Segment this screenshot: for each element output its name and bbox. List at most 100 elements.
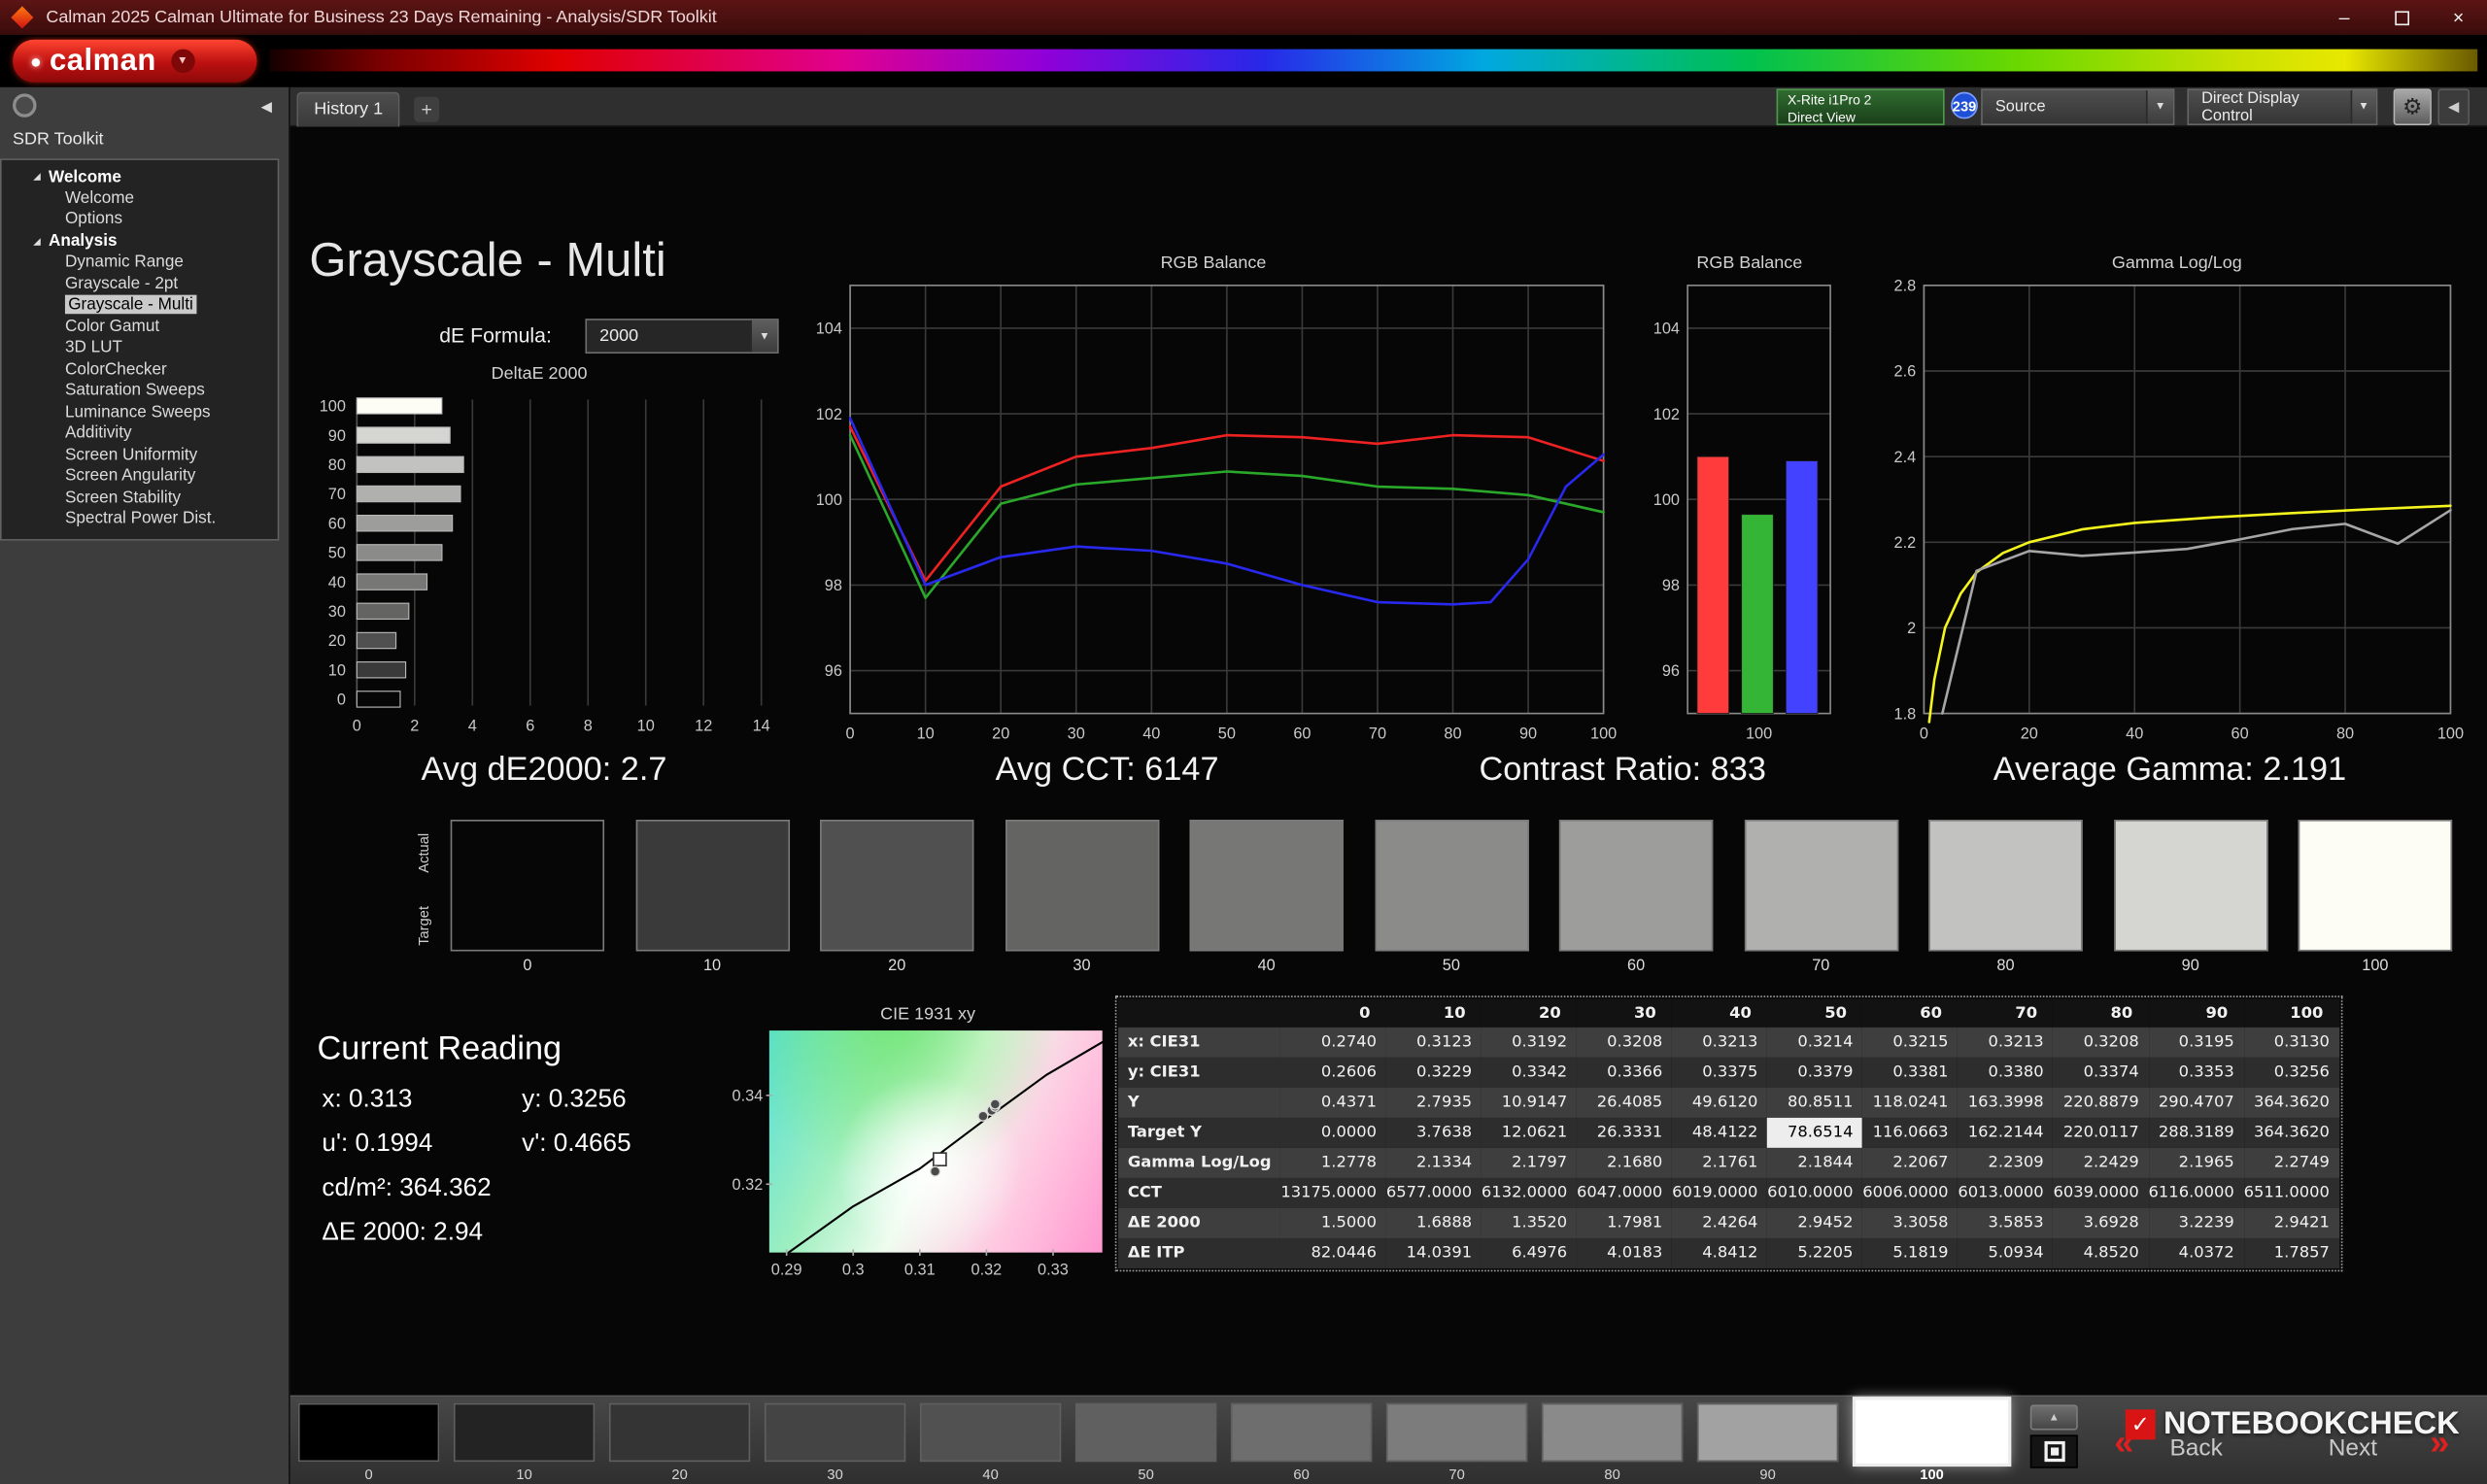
sidebar-item-screen-uniformity[interactable]: Screen Uniformity [2,445,278,466]
display-control-selector[interactable]: Direct Display Control ▼ [2187,88,2378,125]
pattern-patch-90[interactable] [1696,1402,1839,1463]
sidebar-tree: ◢ Welcome Welcome Options ◢ Analysis Dynamic R… [0,158,280,541]
logo-menu-caret-icon[interactable]: ▼ [170,49,195,74]
pattern-window-button[interactable] [2029,1434,2078,1468]
pattern-patch-50[interactable] [1074,1402,1217,1463]
table-col-header: 60 [1862,998,1959,1028]
rgb-balance-chart-title: RGB Balance [1160,253,1267,273]
deltae-bar-80 [356,455,464,474]
table-cell: 0.3366 [1577,1057,1673,1088]
sidebar-item-colorchecker[interactable]: ColorChecker [2,359,278,381]
axis-label: 40 [2126,725,2143,743]
meter-selector[interactable]: X-Rite i1Pro 2 Direct View [1776,88,1945,125]
pattern-patch-60[interactable] [1230,1402,1373,1463]
swatch-level-label: 40 [1257,958,1276,975]
axis-label: 50 [1218,725,1236,743]
table-cell: 220.0117 [2053,1117,2149,1148]
deltae-bar-0 [356,691,401,708]
axis-label: 10 [637,718,655,735]
sidebar-item-spectral-power-dist[interactable]: Spectral Power Dist. [2,509,278,530]
axis-label: 104 [1653,320,1680,338]
measurement-table: 0 10 20 30 40 50 60 70 80 90 100 x: CIE31 0.2740 0.31… [1118,998,2339,1268]
sidebar-item-grayscale-2pt[interactable]: Grayscale - 2pt [2,274,278,295]
meter-mode: Direct View [1788,108,1856,125]
table-row: ΔE ITP 82.0446 14.0391 6.4976 4.0183 4.8412 5.… [1118,1237,2339,1268]
axis-label: 98 [825,577,842,594]
sidebar-item-dynamic-range[interactable]: Dynamic Range [2,253,278,274]
sidebar-item-grayscale-multi[interactable]: Grayscale - Multi [2,294,278,317]
deltae-bar-30 [356,602,410,621]
table-row-label: Gamma Log/Log [1118,1147,1281,1178]
planckian-locus [787,1040,1104,1254]
meter-count-badge: 239 [1951,91,1978,119]
chevron-down-icon[interactable]: ▼ [2145,90,2173,124]
table-cell: 0.3208 [2053,1027,2149,1058]
deltae-bar-chart: 0 2 4 6 8 10 12 14 0 10 20 30 40 50 60 70 80 90 100 [320,397,770,735]
pattern-patch-70[interactable] [1385,1402,1528,1463]
swatch-level-label: 50 [1442,958,1460,975]
pattern-patch-80[interactable] [1541,1402,1684,1463]
table-cell: 6.4976 [1481,1237,1578,1268]
sidebar-item-welcome[interactable]: Welcome [2,187,278,209]
table-cell: 14.0391 [1385,1237,1482,1268]
table-cell: 0.3381 [1862,1057,1959,1088]
swatch-level-label: 80 [1996,958,2015,975]
sidebar-item-3d-lut[interactable]: 3D LUT [2,338,278,359]
pattern-patch-0[interactable] [297,1402,440,1463]
maximize-button[interactable] [2372,0,2430,35]
table-cell: 0.3342 [1481,1057,1578,1088]
table-cell: 0.3123 [1385,1027,1482,1058]
right-collapse-button[interactable]: ◀ [2437,88,2470,125]
axis-label: 0.31 [904,1262,936,1279]
sidebar-item-label: Screen Stability [64,487,182,507]
axis-label: 0 [1920,725,1928,743]
sidebar-item-screen-stability[interactable]: Screen Stability [2,488,278,509]
reading-value: cd/m²: 364.362 [322,1174,492,1202]
window-title: Calman 2025 Calman Ultimate for Business… [46,8,717,27]
calman-wordmark: calman [50,43,156,78]
de-formula-dropdown[interactable]: 2000 ▼ [585,319,779,354]
close-button[interactable]: × [2430,0,2487,35]
minimize-button[interactable]: – [2316,0,2373,35]
tree-section-analysis[interactable]: ◢ Analysis [2,231,278,253]
deltae-chart-title: DeltaE 2000 [491,364,588,385]
plot-border [1923,285,2452,715]
table-cell: 0.3214 [1767,1027,1863,1058]
rgb-balance-bars-title: RGB Balance [1696,253,1803,273]
table-cell: 4.0183 [1577,1237,1673,1268]
pattern-patch-40[interactable] [919,1402,1062,1463]
notebookcheck-watermark: ✓ NOTEBOOKCHECK [2125,1406,2460,1443]
table-cell: 82.0446 [1280,1237,1386,1268]
rgb-bar-green [1741,514,1774,715]
sidebar-item-label: Options [64,209,123,229]
sidebar-item-additivity[interactable]: Additivity [2,423,278,445]
pattern-patch-30[interactable] [764,1402,906,1463]
settings-gear-button[interactable]: ⚙ [2393,88,2432,125]
pattern-patch-100[interactable] [1852,1397,2012,1467]
sidebar-item-label: ColorChecker [64,358,167,379]
tree-section-welcome[interactable]: ◢ Welcome [2,166,278,187]
axis-label: 10 [917,725,935,743]
chevron-down-icon[interactable]: ▼ [2349,90,2376,124]
axis-label: 6 [526,718,534,735]
sidebar-item-options[interactable]: Options [2,209,278,230]
pattern-patch-10[interactable] [453,1402,596,1463]
add-tab-button[interactable]: + [414,96,440,122]
table-cell: 288.3189 [2148,1117,2244,1148]
rgb-bar-red [1696,455,1730,715]
pattern-patch-20[interactable] [608,1402,751,1463]
session-button[interactable] [13,93,37,118]
sidebar-item-luminance-sweeps[interactable]: Luminance Sweeps [2,402,278,423]
sidebar-item-saturation-sweeps[interactable]: Saturation Sweeps [2,381,278,402]
series-measured [1941,509,2452,715]
actual-row-label: Actual [415,832,432,873]
table-cell: 6577.0000 [1385,1177,1482,1208]
sidebar-item-color-gamut[interactable]: Color Gamut [2,317,278,338]
pattern-scroll-up-button[interactable]: ▲ [2029,1404,2078,1431]
sidebar-collapse-button[interactable]: ◀ [254,93,279,118]
chevron-down-icon[interactable]: ▼ [750,320,777,353]
tab-history-1[interactable]: History 1 [296,91,401,127]
sidebar-item-screen-angularity[interactable]: Screen Angularity [2,466,278,488]
source-selector[interactable]: Source ▼ [1981,88,2175,125]
axis-label: 100 [1653,491,1680,509]
